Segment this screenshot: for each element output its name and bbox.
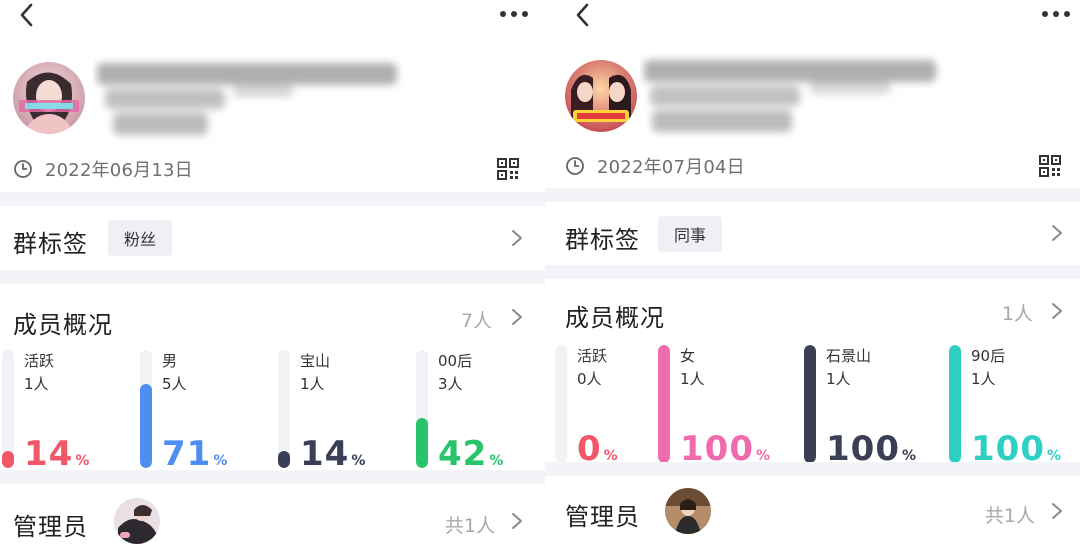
more-icon[interactable] xyxy=(499,9,529,19)
admin-avatar[interactable] xyxy=(665,488,711,534)
admin-avatar[interactable] xyxy=(114,498,160,544)
section-divider xyxy=(545,462,1080,476)
stat-bar-fill xyxy=(949,345,961,463)
back-icon[interactable] xyxy=(570,2,596,28)
stat-bar-track xyxy=(658,345,670,463)
group-avatar[interactable] xyxy=(13,62,85,134)
stat-label: 宝山 xyxy=(300,352,331,370)
comparison-screens: 2022年06月13日 群标签 粉丝 成员概况 7人 活跃 1人 14% 男 5… xyxy=(0,0,1080,546)
stat-bar-track xyxy=(555,345,567,463)
stat-label: 活跃 xyxy=(24,352,55,370)
created-date-row: 2022年06月13日 xyxy=(13,156,193,182)
stat-label: 90后 xyxy=(971,347,1006,365)
stat-count: 1人 xyxy=(971,370,996,388)
stat-label: 00后 xyxy=(438,352,473,370)
group-name-redacted xyxy=(97,63,397,135)
stat-count: 1人 xyxy=(300,375,325,393)
stat-age[interactable]: 00后 3人 42% xyxy=(416,350,536,474)
stat-bar-track xyxy=(278,350,290,468)
stat-bar-track xyxy=(140,350,152,468)
created-date-row: 2022年07月04日 xyxy=(565,153,745,179)
stat-percent-value: 14 xyxy=(300,434,350,474)
tags-chevron-icon[interactable] xyxy=(1050,223,1064,243)
admin-chevron-icon[interactable] xyxy=(510,511,524,531)
stat-active[interactable]: 活跃 0人 0% xyxy=(555,345,675,469)
stat-percent: 14% xyxy=(300,434,366,474)
group-tag[interactable]: 粉丝 xyxy=(108,220,173,256)
admin-count[interactable]: 共1人 xyxy=(970,501,1035,528)
stat-percent-value: 14 xyxy=(24,434,74,474)
overview-chevron-icon[interactable] xyxy=(510,307,524,327)
section-divider xyxy=(545,188,1080,202)
stat-bar-track xyxy=(2,350,14,468)
overview-title: 成员概况 xyxy=(13,311,113,339)
stat-bar-fill xyxy=(278,451,290,468)
stat-label: 石景山 xyxy=(826,347,872,365)
admin-title: 管理员 xyxy=(13,513,88,541)
tags-chevron-icon[interactable] xyxy=(510,228,524,248)
created-date: 2022年07月04日 xyxy=(597,157,745,178)
stat-count: 1人 xyxy=(24,375,49,393)
member-count[interactable]: 1人 xyxy=(985,299,1033,326)
member-count[interactable]: 7人 xyxy=(440,306,492,333)
stat-percent: 14% xyxy=(24,434,90,474)
stat-bar-fill xyxy=(658,345,670,463)
group-tag[interactable]: 同事 xyxy=(658,216,723,252)
stat-percent-unit: % xyxy=(489,453,505,469)
section-divider xyxy=(545,265,1080,279)
tags-title: 群标签 xyxy=(13,230,88,258)
stat-percent-value: 71 xyxy=(162,434,212,474)
stat-gender[interactable]: 男 5人 71% xyxy=(140,350,260,474)
stat-label: 女 xyxy=(680,347,696,365)
tags-title: 群标签 xyxy=(565,226,640,254)
section-divider xyxy=(0,192,545,206)
stat-percent-unit: % xyxy=(75,453,91,469)
group-info-screen-right: 2022年07月04日 群标签 同事 成员概况 1人 活跃 0人 0% 女 1人… xyxy=(545,0,1080,546)
stat-age[interactable]: 90后 1人 100% xyxy=(949,345,1079,469)
stat-percent-unit: % xyxy=(351,453,367,469)
stat-bar-track xyxy=(949,345,961,463)
created-date: 2022年06月13日 xyxy=(45,160,193,181)
stat-count: 1人 xyxy=(680,370,705,388)
section-divider xyxy=(0,470,545,484)
overview-chevron-icon[interactable] xyxy=(1050,301,1064,321)
stat-bar-fill xyxy=(2,451,14,468)
admin-chevron-icon[interactable] xyxy=(1050,501,1064,521)
clock-icon xyxy=(566,157,584,175)
stat-bar-track xyxy=(804,345,816,463)
stat-count: 3人 xyxy=(438,375,463,393)
stat-bar-track xyxy=(416,350,428,468)
stat-bar-fill xyxy=(140,384,152,468)
back-icon[interactable] xyxy=(14,2,40,28)
group-name-redacted xyxy=(644,60,936,132)
stat-region[interactable]: 石景山 1人 100% xyxy=(804,345,934,469)
admin-count[interactable]: 共1人 xyxy=(430,511,495,538)
stat-count: 0人 xyxy=(577,370,602,388)
stat-active[interactable]: 活跃 1人 14% xyxy=(2,350,122,474)
qr-code-icon[interactable] xyxy=(1039,155,1061,177)
qr-code-icon[interactable] xyxy=(497,158,519,180)
stat-count: 5人 xyxy=(162,375,187,393)
stat-percent-value: 42 xyxy=(438,434,488,474)
stat-bar-fill xyxy=(416,418,428,468)
clock-icon xyxy=(14,160,32,178)
admin-title: 管理员 xyxy=(565,503,640,531)
stat-region[interactable]: 宝山 1人 14% xyxy=(278,350,398,474)
overview-title: 成员概况 xyxy=(565,304,665,332)
stat-label: 活跃 xyxy=(577,347,608,365)
stat-percent-unit: % xyxy=(213,453,229,469)
stat-percent: 42% xyxy=(438,434,504,474)
stat-gender[interactable]: 女 1人 100% xyxy=(658,345,788,469)
group-avatar[interactable] xyxy=(565,60,637,132)
stat-count: 1人 xyxy=(826,370,851,388)
stat-percent: 71% xyxy=(162,434,228,474)
section-divider xyxy=(0,270,545,284)
stat-label: 男 xyxy=(162,352,178,370)
stat-bar-fill xyxy=(804,345,816,463)
more-icon[interactable] xyxy=(1041,9,1071,19)
group-info-screen-left: 2022年06月13日 群标签 粉丝 成员概况 7人 活跃 1人 14% 男 5… xyxy=(0,0,545,546)
